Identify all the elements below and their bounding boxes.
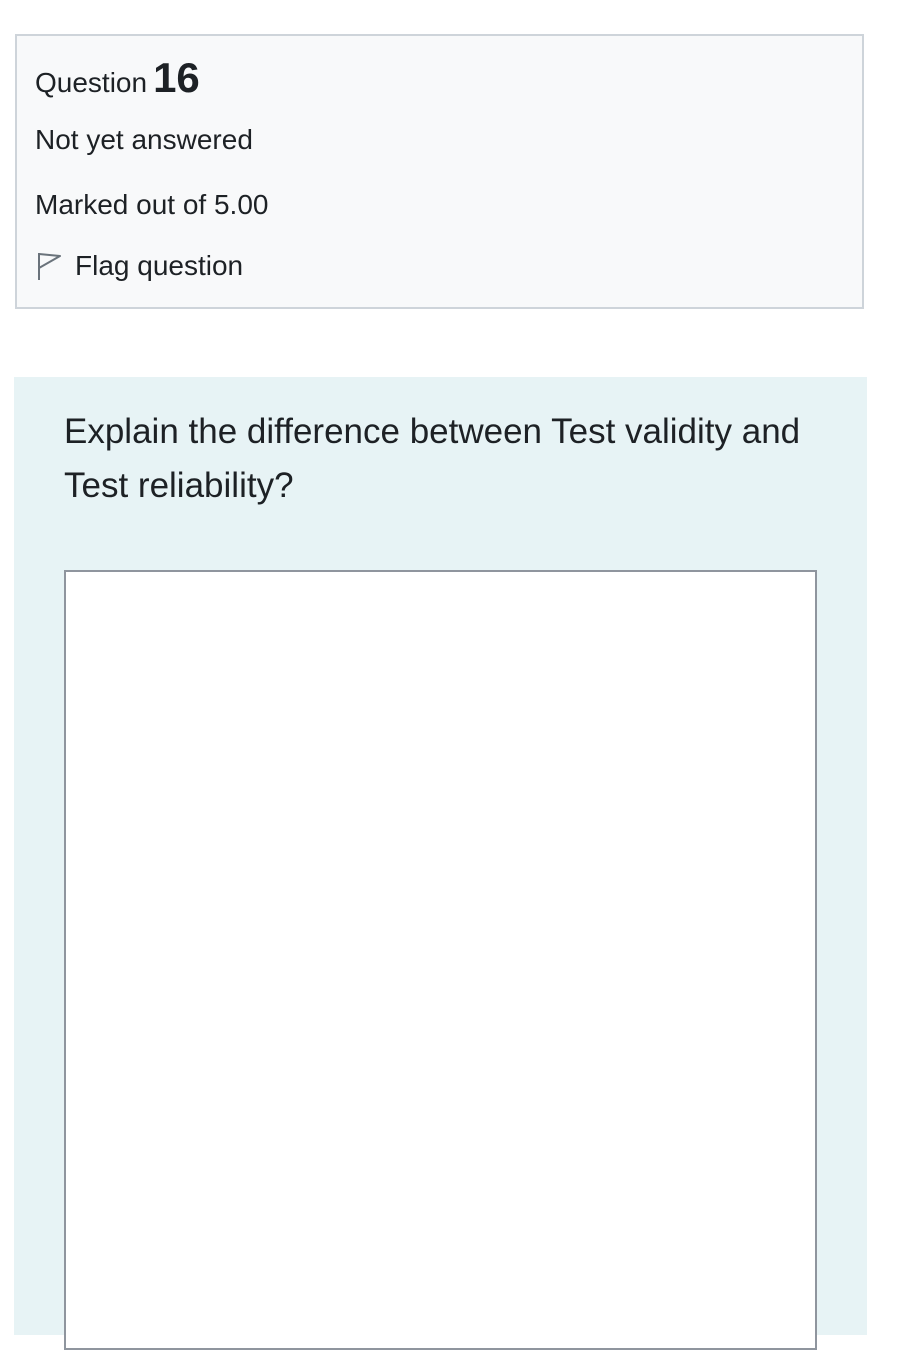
question-number: 16 bbox=[153, 54, 200, 101]
question-number-heading: Question 16 bbox=[35, 54, 200, 102]
question-state: Not yet answered bbox=[35, 124, 253, 155]
question-label: Question bbox=[35, 67, 148, 98]
flag-question-button[interactable]: Flag question bbox=[35, 250, 243, 282]
question-formulation: Explain the difference between Test vali… bbox=[14, 377, 867, 1350]
flag-icon bbox=[35, 250, 63, 282]
answer-textarea[interactable] bbox=[64, 570, 817, 1350]
flag-question-label: Flag question bbox=[75, 250, 244, 281]
question-info-panel: Question 16 Not yet answered Marked out o… bbox=[15, 34, 864, 309]
question-grade: Marked out of 5.00 bbox=[35, 189, 269, 220]
question-text: Explain the difference between Test vali… bbox=[64, 412, 801, 505]
